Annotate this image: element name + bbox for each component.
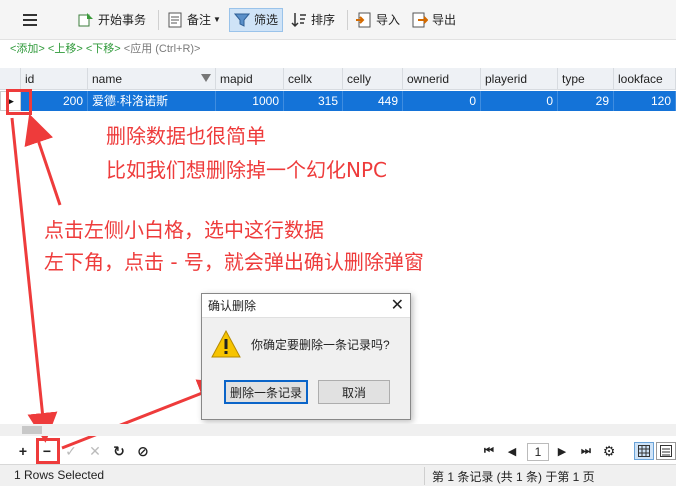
scrollbar-thumb[interactable] <box>22 426 42 434</box>
grid-view-button[interactable] <box>634 442 654 460</box>
column-header-ownerid[interactable]: ownerid <box>403 68 481 90</box>
grid-corner <box>0 68 21 90</box>
column-header-id[interactable]: id <box>21 68 88 90</box>
column-header-cellx[interactable]: cellx <box>284 68 343 90</box>
next-page-icon[interactable]: ▶ <box>553 442 571 460</box>
filter-button[interactable]: 筛选 <box>228 7 283 32</box>
cell-mapid[interactable]: 1000 <box>216 91 284 111</box>
filter-label: 筛选 <box>253 13 278 27</box>
import-icon <box>355 12 372 28</box>
column-header-lookface[interactable]: lookface <box>614 68 676 90</box>
cell-celly[interactable]: 449 <box>343 91 403 111</box>
prev-page-icon[interactable]: ◀ <box>503 442 521 460</box>
cell-playerid[interactable]: 0 <box>481 91 558 111</box>
row-selector-highlight <box>6 89 32 115</box>
column-header-type[interactable]: type <box>558 68 614 90</box>
grid-view-icon <box>638 445 650 457</box>
warning-icon <box>211 330 241 358</box>
annotation-line-2: 比如我们想删除掉一个幻化NPC <box>106 158 387 182</box>
column-header-playerid[interactable]: playerid <box>481 68 558 90</box>
move-down-link[interactable]: <下移> <box>86 43 121 55</box>
discard-changes-icon[interactable]: ✕ <box>86 442 104 460</box>
refresh-icon[interactable]: ↻ <box>110 442 128 460</box>
begin-transaction-label: 开始事务 <box>98 13 147 27</box>
arrow-to-row-selector <box>24 113 62 206</box>
export-icon <box>412 12 428 28</box>
status-divider <box>424 467 425 485</box>
dialog-message: 你确定要删除一条记录吗? <box>251 338 390 352</box>
export-label: 导出 <box>432 13 457 27</box>
sort-button[interactable]: 排序 <box>287 8 339 32</box>
edit-hint-bar: <添加> <上移> <下移> <应用 (Ctrl+R)> <box>10 40 200 56</box>
apply-link[interactable]: <应用 (Ctrl+R)> <box>124 43 201 55</box>
annotation-line-3: 点击左侧小白格，选中这行数据 <box>44 218 324 242</box>
memo-button[interactable]: 备注 ▼ <box>163 8 225 32</box>
memo-icon <box>167 12 183 28</box>
column-header-name[interactable]: name <box>88 68 216 90</box>
apply-changes-icon[interactable]: ✓ <box>62 442 80 460</box>
stop-icon[interactable]: ⊘ <box>134 442 152 460</box>
chevron-down-icon[interactable]: ▼ <box>213 15 221 24</box>
first-page-icon[interactable]: ⏮ <box>480 442 498 460</box>
last-page-icon[interactable]: ⏭ <box>577 442 595 460</box>
dialog-titlebar: 确认删除 <box>202 294 410 318</box>
sort-label: 排序 <box>310 13 335 27</box>
annotation-line-1: 删除数据也很简单 <box>106 124 266 148</box>
record-info: 第 1 条记录 (共 1 条) 于第 1 页 <box>432 470 595 484</box>
delete-record-icon[interactable]: − <box>38 442 56 460</box>
page-number-input[interactable]: 1 <box>527 443 549 461</box>
memo-label: 备注 <box>187 13 212 27</box>
arrow-to-confirm-button <box>61 379 229 450</box>
confirm-delete-button[interactable]: 删除一条记录 <box>224 380 308 404</box>
cell-type[interactable]: 29 <box>558 91 614 111</box>
toolbar: 开始事务 备注 ▼ 筛选 排序 导入 导出 <box>0 0 676 40</box>
import-label: 导入 <box>375 13 400 27</box>
export-button[interactable]: 导出 <box>408 8 460 32</box>
column-header-celly[interactable]: celly <box>343 68 403 90</box>
form-view-button[interactable] <box>656 442 676 460</box>
add-row-link[interactable]: <添加> <box>10 43 45 55</box>
gear-icon[interactable]: ⚙ <box>600 442 618 460</box>
dialog-body: 你确定要删除一条记录吗? 删除一条记录 取消 <box>202 318 410 420</box>
annotation-line-4: 左下角，点击 - 号，就会弹出确认删除弹窗 <box>44 250 424 274</box>
toolbar-divider <box>346 9 348 30</box>
filter-icon <box>233 12 250 28</box>
menu-button[interactable] <box>10 5 50 35</box>
horizontal-scrollbar[interactable] <box>0 424 676 436</box>
form-view-icon <box>660 445 672 457</box>
sort-icon <box>291 12 307 28</box>
toolbar-divider <box>158 9 160 30</box>
hamburger-icon <box>23 13 37 26</box>
cell-ownerid[interactable]: 0 <box>403 91 481 111</box>
arrow-to-delete-button <box>10 117 58 443</box>
selection-status: 1 Rows Selected <box>14 468 105 482</box>
confirm-delete-dialog: 确认删除 ✕ 你确定要删除一条记录吗? 删除一条记录 取消 <box>201 293 411 420</box>
status-bar: 1 Rows Selected 第 1 条记录 (共 1 条) 于第 1 页 <box>0 464 676 486</box>
cell-cellx[interactable]: 315 <box>284 91 343 111</box>
filter-icon <box>201 74 211 82</box>
import-button[interactable]: 导入 <box>352 8 404 32</box>
add-record-icon[interactable]: + <box>14 442 32 460</box>
column-header-name-label: name <box>92 72 123 86</box>
close-icon[interactable]: ✕ <box>391 297 404 315</box>
dialog-title: 确认删除 <box>208 299 257 313</box>
transaction-icon <box>78 12 94 28</box>
cancel-button[interactable]: 取消 <box>318 380 390 404</box>
move-up-link[interactable]: <上移> <box>48 43 83 55</box>
cell-lookface[interactable]: 120 <box>614 91 676 111</box>
column-header-mapid[interactable]: mapid <box>216 68 284 90</box>
begin-transaction-button[interactable]: 开始事务 <box>74 8 150 32</box>
cell-name[interactable]: 爱德·科洛诺斯 <box>88 91 216 111</box>
